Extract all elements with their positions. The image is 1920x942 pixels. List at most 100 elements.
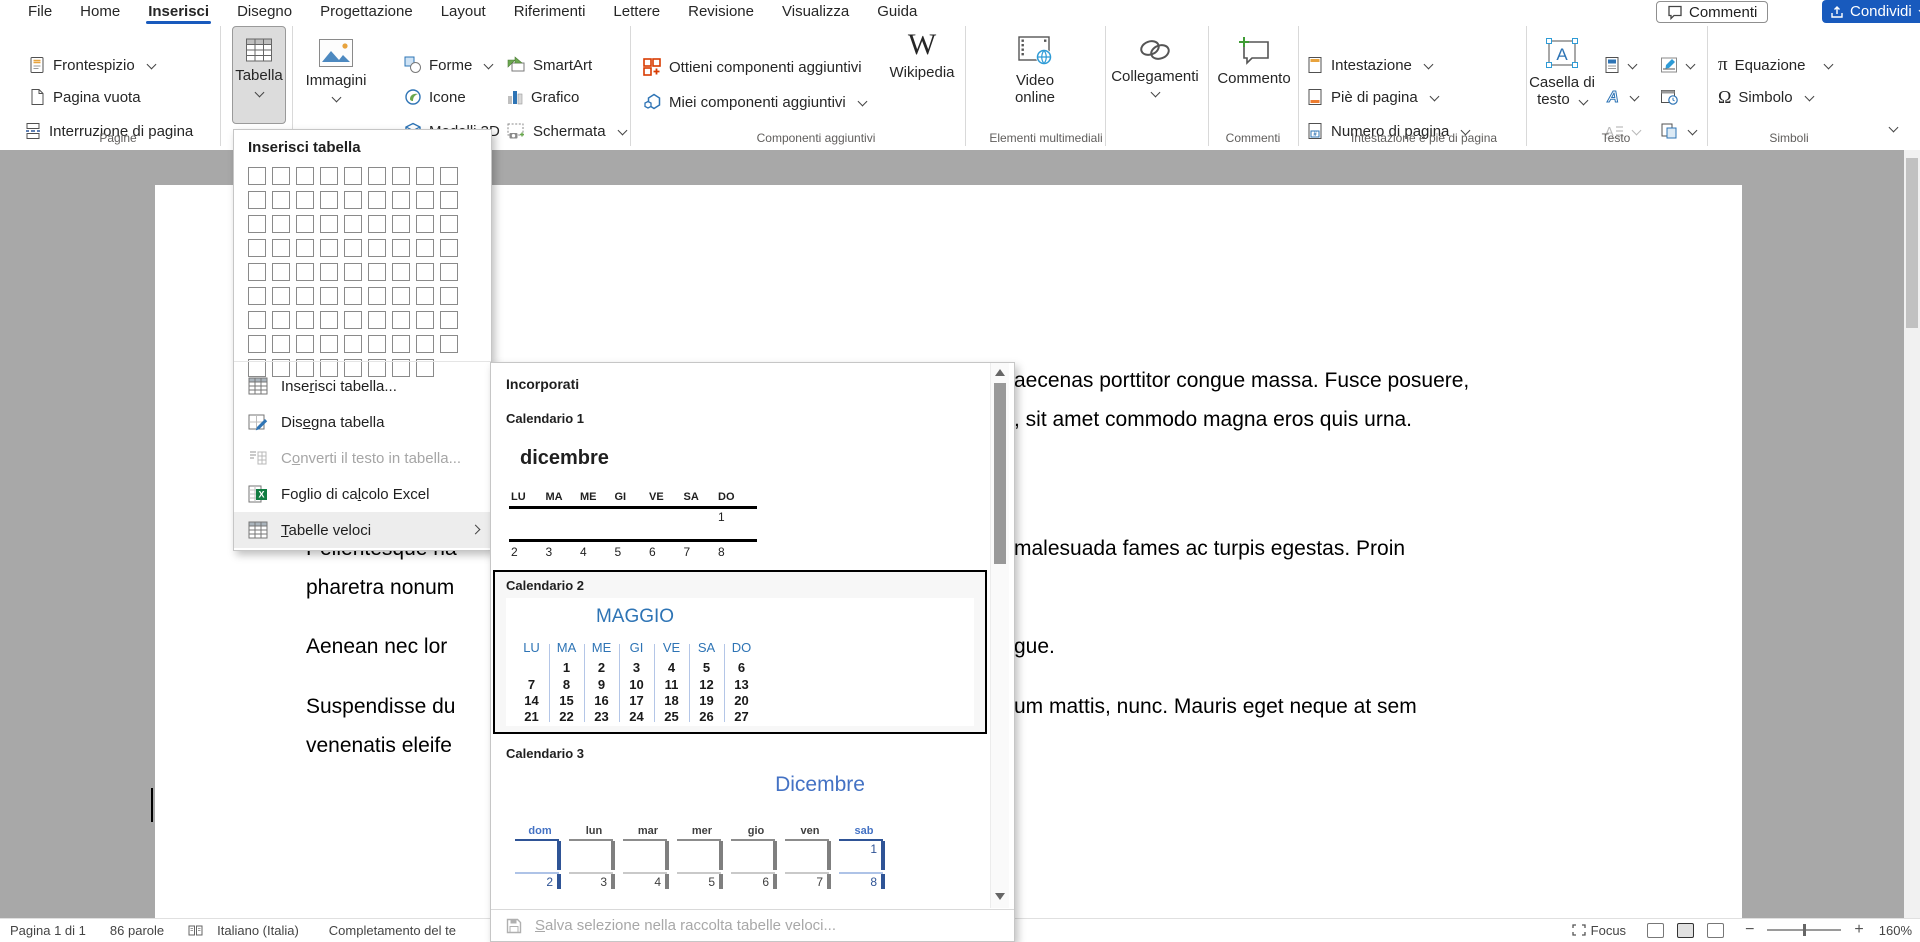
wikipedia-label: Wikipedia [889,64,954,81]
scrollbar-thumb[interactable] [1906,158,1918,328]
tab-visualizza[interactable]: Visualizza [768,0,863,24]
new-comment-button[interactable]: Commento [1212,28,1296,87]
tab-riferimenti[interactable]: Riferimenti [500,0,600,24]
tab-home[interactable]: Home [66,0,134,24]
scrollbar-thumb[interactable] [994,383,1006,564]
footer-button[interactable]: Piè di pagina [1306,85,1438,109]
online-video-button[interactable]: Videoonline [1000,28,1070,106]
table-button-label: Tabella [235,67,283,84]
get-addins-button[interactable]: Ottieni componenti aggiuntivi [642,55,862,79]
tab-progettazione[interactable]: Progettazione [306,0,427,24]
save-icon [505,917,523,935]
text-box-button[interactable]: A Casella ditesto [1528,28,1596,108]
header-button[interactable]: Intestazione [1306,53,1432,77]
tab-layout[interactable]: Layout [427,0,500,24]
blank-page-icon [28,88,46,106]
blank-page-button[interactable]: Pagina vuota [28,85,141,109]
equation-button[interactable]: π Equazione [1718,53,1832,77]
zoom-slider[interactable] [1767,929,1841,931]
icons-label: Icone [429,89,466,106]
save-selection-item: Salva selezione nella raccolta tabelle v… [491,909,1014,941]
footer-icon [1306,88,1324,106]
calendar3-month: Dicembre [691,773,949,797]
table-icon [245,37,273,63]
symbol-button[interactable]: Ω Simbolo [1718,85,1813,109]
menu-item-quick-tables[interactable]: Tabelle veloci [234,512,491,548]
chevron-down-icon [1630,91,1640,101]
chart-button[interactable]: Grafico [506,85,579,109]
focus-icon [1572,924,1586,936]
gallery-item-calendario-2[interactable]: Calendario 2 MAGGIO LUMAMEGIVESADO 12345… [493,570,987,734]
comments-button[interactable]: Commenti [1656,1,1768,23]
tab-inserisci[interactable]: Inserisci [134,0,223,24]
document-text-fragment: malesuada fames ac turpis egestas. Proin [1014,537,1405,561]
comment-icon [1667,4,1683,20]
proofing-icon[interactable] [188,924,203,937]
chevron-down-icon [857,96,867,106]
zoom-level[interactable]: 160% [1879,923,1912,938]
table-button[interactable]: Tabella [232,26,286,124]
comments-button-label: Commenti [1689,4,1757,21]
shapes-label: Forme [429,57,472,74]
chevron-down-icon [1578,96,1588,106]
group-label-componenti: Componenti aggiuntivi [706,131,926,145]
page-indicator[interactable]: Pagina 1 di 1 [10,923,86,938]
menu-item-excel-spreadsheet[interactable]: X Foglio di calcolo Excel [234,476,491,512]
gallery-item-title: Calendario 3 [506,746,584,761]
vertical-scrollbar[interactable] [1904,150,1920,918]
focus-mode-button[interactable]: Focus [1572,923,1626,938]
wikipedia-button[interactable]: W Wikipedia [886,30,958,81]
cover-page-button[interactable]: Frontespizio [28,53,155,77]
web-layout-button[interactable] [1707,923,1724,938]
text-completion-indicator[interactable]: Completamento del te [329,923,456,938]
quick-parts-button[interactable] [1604,53,1636,77]
tab-guida[interactable]: Guida [863,0,931,24]
menu-item-insert-table[interactable]: Inserisci tabella... [234,368,491,404]
wordart-button[interactable]: A [1604,85,1638,109]
table-size-grid[interactable] [248,167,478,377]
scroll-up-icon[interactable] [995,369,1005,376]
submenu-scrollbar[interactable] [990,363,1009,908]
tab-file[interactable]: File [14,0,66,24]
language-indicator[interactable]: Italiano (Italia) [217,923,299,938]
word-count[interactable]: 86 parole [110,923,164,938]
zoom-out-button[interactable]: − [1745,921,1754,939]
document-text-fragment: Suspendisse du [306,695,455,719]
chevron-down-icon [1804,91,1814,101]
text-box-label: Casella di [1529,74,1595,91]
date-time-button[interactable] [1660,85,1678,109]
focus-label: Focus [1591,923,1626,938]
menu-item-draw-table[interactable]: Disegna tabella [234,404,491,440]
chevron-down-icon [146,59,156,69]
draw-table-icon [248,412,268,432]
shapes-button[interactable]: Forme [404,53,492,77]
tab-disegno[interactable]: Disegno [223,0,306,24]
signature-line-button[interactable] [1660,53,1694,77]
zoom-slider-thumb[interactable] [1803,924,1806,936]
icons-button[interactable]: Icone [404,85,466,109]
equation-label: Equazione [1735,57,1806,74]
tab-revisione[interactable]: Revisione [674,0,768,24]
pictures-button[interactable]: Immagini [300,28,372,101]
submenu-arrow-icon [471,524,481,534]
menu-bar: File Home Inserisci Disegno Progettazion… [0,0,1920,24]
read-mode-button[interactable] [1647,923,1664,938]
smartart-button[interactable]: SmartArt [506,53,592,77]
chevron-down-icon [331,93,341,103]
calendar3-row2: 2 3 4 5 6 7 8 [513,872,891,892]
zoom-in-button[interactable]: + [1854,921,1863,939]
text-box-icon: A [1544,36,1580,70]
links-button[interactable]: Collegamenti [1110,28,1200,96]
group-label-pagine: Pagine [8,131,228,145]
chevron-down-icon [1429,91,1439,101]
calendar2-week-row: 123456 [514,660,759,675]
print-layout-button[interactable] [1677,923,1694,938]
scroll-down-icon[interactable] [995,893,1005,900]
wordart-icon: A [1604,88,1622,106]
chevron-down-icon [484,59,494,69]
new-comment-label: Commento [1217,70,1290,87]
tab-lettere[interactable]: Lettere [599,0,674,24]
share-button[interactable]: Condividi [1822,0,1920,23]
my-addins-button[interactable]: Miei componenti aggiuntivi [642,90,866,114]
group-label-intestazione: Intestazione e piè di pagina [1314,131,1534,145]
